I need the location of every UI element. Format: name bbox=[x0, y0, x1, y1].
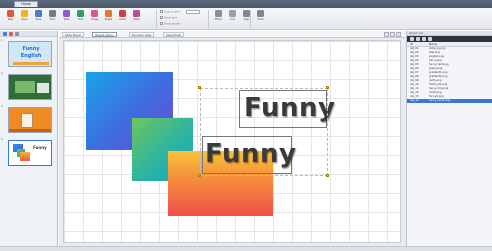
thumb-3-card bbox=[21, 113, 33, 128]
resize-handle[interactable] bbox=[198, 174, 201, 177]
thumb-1-text: Funny English bbox=[20, 46, 42, 59]
ribbon-divider bbox=[208, 10, 209, 28]
add-object-icon[interactable] bbox=[410, 37, 414, 41]
delete-slide-icon[interactable] bbox=[9, 32, 13, 36]
effect-button[interactable]: Effect bbox=[214, 10, 223, 24]
thumb-4-text: Funny bbox=[33, 145, 47, 150]
image-button[interactable]: Image bbox=[90, 10, 99, 24]
delete-object-icon[interactable] bbox=[416, 37, 420, 41]
ribbon-divider bbox=[250, 10, 251, 28]
print-button[interactable]: Print bbox=[48, 10, 57, 24]
prev-icon[interactable] bbox=[384, 32, 389, 37]
resize-handle[interactable] bbox=[326, 86, 329, 89]
title-bar: Home bbox=[0, 0, 492, 8]
tab-function-view[interactable]: Function View bbox=[129, 32, 155, 37]
slide-panel-toolbar bbox=[0, 31, 57, 37]
shape-icon bbox=[105, 10, 112, 17]
slide-number: 1 bbox=[1, 39, 3, 42]
close-icon[interactable] bbox=[396, 32, 401, 37]
button-label: Order bbox=[257, 18, 264, 21]
video-icon bbox=[133, 10, 140, 17]
slide-number: 2 bbox=[1, 72, 3, 75]
new-button[interactable]: New bbox=[6, 10, 15, 24]
button-label: Text bbox=[78, 18, 83, 21]
button-label: Link bbox=[230, 18, 235, 21]
show-guides-check[interactable]: Show guides bbox=[160, 22, 180, 26]
app-tab[interactable]: Home bbox=[14, 1, 38, 7]
ribbon-divider bbox=[156, 10, 157, 28]
status-bar bbox=[0, 246, 492, 251]
button-label: Open bbox=[21, 18, 28, 21]
button-label: Shape bbox=[104, 18, 113, 21]
object-list-rows: obj_01 slide_bg.png obj_02 title.png obj_03 e… bbox=[407, 47, 492, 103]
resize-handle[interactable] bbox=[326, 174, 329, 177]
shape-button[interactable]: Shape bbox=[104, 10, 113, 24]
save-button[interactable]: Save bbox=[34, 10, 43, 24]
printer-icon bbox=[49, 10, 56, 17]
slide-icon bbox=[63, 10, 70, 17]
canvas-tab-bar: Slide Event Object Action Function View … bbox=[59, 31, 406, 38]
thumb-1-bar bbox=[13, 62, 49, 65]
order-icon bbox=[257, 10, 264, 17]
ribbon-button-group: New Open Save Print Slide Text Image Shape Audio… bbox=[4, 9, 154, 29]
add-slide-icon[interactable] bbox=[3, 32, 7, 36]
text-button[interactable]: Text bbox=[76, 10, 85, 24]
audio-button[interactable]: Audio bbox=[118, 10, 127, 24]
video-button[interactable]: Video bbox=[132, 10, 141, 24]
thumb-2-panel bbox=[37, 83, 49, 93]
link-button[interactable]: Link bbox=[228, 10, 237, 24]
floppy-icon bbox=[35, 10, 42, 17]
button-label: Print bbox=[49, 18, 56, 21]
editor-canvas-area: Slide Event Object Action Function View … bbox=[59, 31, 406, 246]
thumb-2-panel bbox=[15, 81, 35, 93]
copy-slide-icon[interactable] bbox=[15, 32, 19, 36]
object-id: obj_14 bbox=[410, 99, 419, 102]
ribbon-toolbar: New Open Save Print Slide Text Image Shape Audio… bbox=[0, 8, 492, 30]
button-label: New bbox=[7, 18, 14, 21]
effect-icon bbox=[215, 10, 222, 17]
slide-thumbnail-panel: 1 Funny English 2 3 4 Funny bbox=[0, 31, 58, 246]
resize-handle[interactable] bbox=[198, 86, 201, 89]
slide-page[interactable]: Funny Funny bbox=[63, 40, 401, 243]
thumb-4-orange bbox=[20, 152, 30, 161]
move-up-icon[interactable] bbox=[422, 37, 426, 41]
slide-button[interactable]: Slide bbox=[62, 10, 71, 24]
button-label: Image bbox=[90, 18, 99, 21]
canvas-nav-icons bbox=[384, 32, 402, 37]
image-icon bbox=[91, 10, 98, 17]
button-label: Save bbox=[35, 18, 42, 21]
folder-icon bbox=[21, 10, 28, 17]
object-name: funny_text2.png bbox=[429, 99, 451, 102]
move-down-icon[interactable] bbox=[428, 37, 432, 41]
object-list-panel: Object List ID Name obj_01 slide_bg.png ob… bbox=[406, 31, 492, 246]
show-grid-check[interactable]: Show grid bbox=[160, 16, 177, 20]
snap-grid-check[interactable]: Snap to grid bbox=[160, 10, 180, 14]
new-doc-icon bbox=[7, 10, 14, 17]
open-button[interactable]: Open bbox=[20, 10, 29, 24]
button-label: Audio bbox=[119, 18, 126, 21]
grid-size-input[interactable] bbox=[186, 10, 200, 14]
ribbon-button-group-2: Effect Link Align Order bbox=[212, 9, 264, 29]
text-icon bbox=[77, 10, 84, 17]
order-button[interactable]: Order bbox=[256, 10, 265, 24]
next-icon[interactable] bbox=[390, 32, 395, 37]
slide-number: 3 bbox=[1, 105, 3, 108]
link-icon bbox=[229, 10, 236, 17]
selection-outline bbox=[200, 88, 328, 176]
button-label: Slide bbox=[63, 18, 70, 21]
button-label: Video bbox=[133, 18, 140, 21]
button-label: Effect bbox=[215, 18, 222, 21]
audio-icon bbox=[119, 10, 126, 17]
slide-number: 4 bbox=[1, 138, 3, 141]
tab-slide-event[interactable]: Slide Event bbox=[62, 32, 84, 37]
tab-save-undo[interactable]: Save/Undo bbox=[163, 32, 185, 37]
thumb-3-bar bbox=[9, 129, 51, 132]
align-icon bbox=[243, 10, 250, 17]
tab-object-action[interactable]: Object Action bbox=[92, 32, 117, 37]
object-list-row[interactable]: obj_14 funny_text2.png bbox=[407, 99, 492, 103]
